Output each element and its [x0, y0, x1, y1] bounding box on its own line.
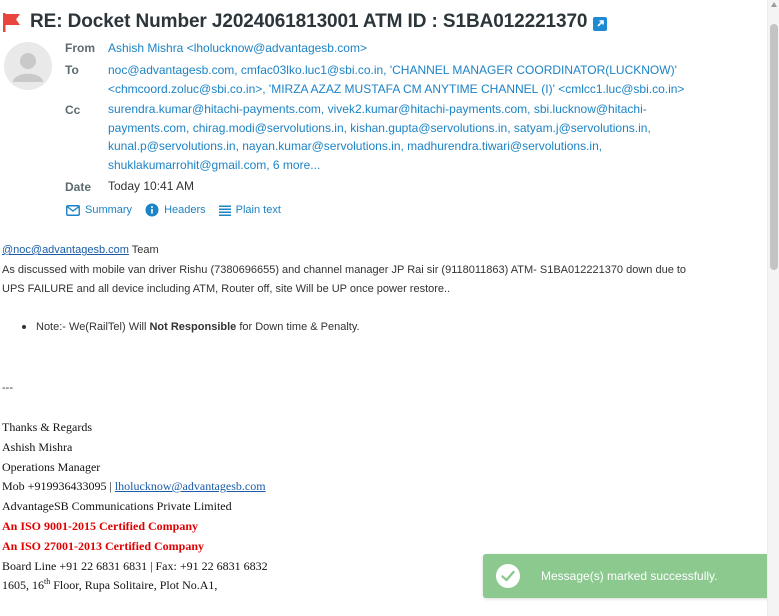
sig-iso-27001: An ISO 27001-2013 Certified Company	[2, 539, 205, 553]
summary-label[interactable]: Summary	[85, 204, 132, 216]
cc-line-4-text[interactable]: shuklakumarrohit@gmail.com,	[108, 158, 270, 172]
to-label: To	[65, 63, 79, 77]
from-value[interactable]: Ashish Mishra <lholucknow@advantagesb.co…	[108, 39, 708, 58]
external-link-icon[interactable]	[593, 16, 608, 31]
to-line-1[interactable]: noc@advantagesb.com, cmfac03lko.luc1@sbi…	[108, 61, 708, 80]
note-prefix: Note:- We(RailTel) Will	[36, 321, 150, 333]
note-bullet: Note:- We(RailTel) Will Not Responsible …	[22, 321, 360, 333]
toast-message: Message(s) marked successfully.	[541, 569, 718, 583]
to-recipients[interactable]: noc@advantagesb.com, cmfac03lko.luc1@sbi…	[108, 61, 708, 98]
flag-icon[interactable]	[1, 11, 23, 33]
summary-link[interactable]: Summary	[66, 204, 132, 216]
cc-line-4: shuklakumarrohit@gmail.com, 6 more...	[108, 156, 708, 175]
sig-regards: Thanks & Regards	[2, 420, 92, 434]
check-circle-icon	[496, 564, 520, 588]
subject-text: RE: Docket Number J2024061813001 ATM ID …	[30, 11, 588, 32]
avatar-placeholder-icon	[13, 53, 43, 82]
envelope-icon	[66, 204, 80, 216]
scrollbar-thumb[interactable]	[770, 24, 778, 270]
sig-mobile: Mob +919936433095 | lholucknow@advantage…	[2, 477, 266, 497]
success-toast[interactable]: Message(s) marked successfully.	[483, 554, 771, 598]
date-text: Today 10:41 AM	[108, 179, 195, 193]
from-address[interactable]: Ashish Mishra <lholucknow@advantagesb.co…	[108, 41, 367, 55]
info-icon	[145, 203, 159, 217]
note-suffix: for Down time & Penalty.	[236, 321, 360, 333]
greeting-line: @noc@advantagesb.com Team	[2, 241, 159, 260]
date-label: Date	[65, 180, 92, 194]
sig-title: Operations Manager	[2, 460, 101, 474]
sender-avatar	[4, 42, 52, 90]
sig-company: AdvantageSB Communications Private Limit…	[2, 499, 232, 513]
noc-mention-link[interactable]: @noc@advantagesb.com	[2, 244, 129, 256]
sig-name: Ashish Mishra	[2, 440, 73, 454]
sig-mobile-text: Mob +919936433095 |	[2, 479, 115, 493]
bullet-dot	[22, 325, 26, 329]
to-line-2[interactable]: <chmcoord.zoluc@sbi.co.in>, 'MIRZA AZAZ …	[108, 80, 708, 99]
message-subject: RE: Docket Number J2024061813001 ATM ID …	[0, 9, 608, 35]
sig-iso-9001: An ISO 9001-2015 Certified Company	[2, 519, 199, 533]
header-actions: Summary Headers Plain text	[66, 203, 294, 217]
sig-address: 1605, 16th Floor, Rupa Solitaire, Plot N…	[2, 576, 217, 596]
lines-icon	[218, 205, 231, 216]
plain-text-link[interactable]: Plain text	[218, 204, 281, 216]
cc-line-2[interactable]: payments.com, chirag.modi@servolutions.i…	[108, 119, 708, 138]
addr-rest: Floor, Rupa Solitaire, Plot No.A1,	[50, 578, 218, 592]
scroll-up-arrow-icon[interactable]	[771, 2, 777, 7]
note-bold: Not Responsible	[149, 321, 237, 333]
body-paragraph: As discussed with mobile van driver Rish…	[2, 261, 686, 299]
mention-suffix: Team	[128, 244, 159, 256]
note-text: Note:- We(RailTel) Will Not Responsible …	[36, 321, 360, 333]
plain-text-label[interactable]: Plain text	[236, 204, 281, 216]
from-label: From	[65, 41, 95, 55]
cc-label: Cc	[65, 103, 81, 117]
cc-recipients[interactable]: surendra.kumar@hitachi-payments.com, viv…	[108, 100, 708, 174]
date-value: Today 10:41 AM	[108, 177, 708, 196]
headers-label[interactable]: Headers	[164, 204, 206, 216]
body-line-1: As discussed with mobile van driver Rish…	[2, 264, 687, 276]
signature-separator: ---	[2, 382, 13, 394]
headers-link[interactable]: Headers	[145, 203, 206, 217]
addr-num: 1605, 16	[2, 578, 44, 592]
sig-board-line: Board Line +91 22 6831 6831 | Fax: +91 2…	[2, 559, 268, 573]
sig-email-link[interactable]: lholucknow@advantagesb.com	[115, 479, 266, 493]
body-line-2: UPS FAILURE and all device including ATM…	[2, 283, 451, 295]
vertical-scrollbar[interactable]	[767, 0, 779, 616]
cc-more-link[interactable]: 6 more...	[273, 158, 320, 172]
cc-line-1[interactable]: surendra.kumar@hitachi-payments.com, viv…	[108, 100, 708, 119]
cc-line-3[interactable]: kunal.p@servolutions.in, nayan.kumar@ser…	[108, 137, 708, 156]
